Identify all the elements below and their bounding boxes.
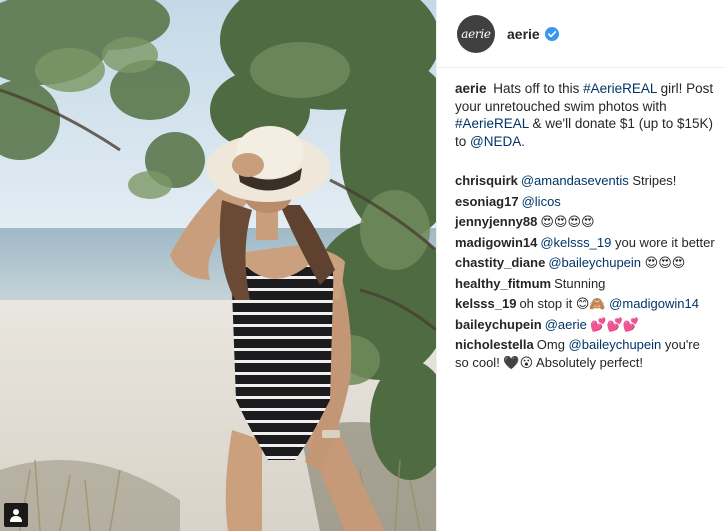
comment-item: chrisquirk @amandaseventis Stripes! — [455, 172, 717, 190]
comment-text: . — [521, 133, 525, 149]
comment-username[interactable]: kelsss_19 — [455, 296, 516, 311]
verified-badge-icon — [544, 26, 559, 41]
mention-link[interactable]: @baileychupein — [548, 255, 641, 270]
comment-username[interactable]: esoniag17 — [455, 194, 519, 209]
mention-link[interactable]: @aerie — [545, 317, 587, 332]
avatar[interactable]: aerie — [457, 14, 495, 53]
comment-item: chastity_diane @baileychupein 😍😍😍 — [455, 254, 717, 272]
comment-text: you wore it better — [611, 234, 715, 250]
comment-text: Hats off to this — [493, 81, 584, 96]
comment-username[interactable]: chastity_diane — [455, 255, 545, 270]
comment-username[interactable]: jennyjenny88 — [455, 214, 537, 229]
comment-item: madigowin14 @kelsss_19 you wore it better — [455, 234, 717, 252]
post-caption: aerie Hats off to this #AerieREAL girl! … — [455, 80, 717, 150]
mention-link[interactable]: #AerieREAL — [455, 116, 529, 131]
comment-username[interactable]: baileychupein — [455, 317, 542, 332]
post-photo[interactable] — [0, 0, 436, 531]
mention-link[interactable]: @amandaseventis — [521, 173, 629, 188]
comment-list: aerie Hats off to this #AerieREAL girl! … — [455, 80, 717, 371]
comment-item: healthy_fitmum Stunning — [455, 275, 717, 293]
header-username[interactable]: aerie — [507, 26, 540, 42]
comment-text: Omg — [536, 337, 569, 352]
mention-link[interactable]: @madigowin14 — [609, 296, 699, 311]
comment-item: nicholestella Omg @baileychupein you're s… — [455, 336, 717, 371]
comment-username[interactable]: madigowin14 — [455, 235, 537, 250]
post-header: aerie aerie — [437, 0, 725, 68]
comment-text: 😍😍😍 — [641, 255, 686, 270]
caption-username[interactable]: aerie — [455, 81, 487, 96]
comment-item: jennyjenny88 😍😍😍😍 — [455, 213, 717, 231]
comment-item: kelsss_19 oh stop it 😊🙈 @madigowin14 — [455, 295, 717, 313]
mention-link[interactable]: @baileychupein — [569, 337, 662, 352]
comment-item: esoniag17 @licos — [455, 193, 717, 211]
comment-text: 💕💕💕 — [586, 316, 639, 332]
mention-link[interactable]: #AerieREAL — [583, 81, 657, 96]
user-tag-icon[interactable] — [4, 503, 28, 527]
comment-username[interactable]: nicholestella — [455, 337, 534, 352]
comment-text: Stunning — [554, 275, 606, 291]
comment-text: 😍😍😍😍 — [540, 214, 595, 229]
post-side-panel: aerie aerie aerie Hats off to this #Aeri… — [436, 0, 725, 531]
comment-username[interactable]: chrisquirk — [455, 173, 518, 188]
comment-text: oh stop it 😊🙈 — [519, 296, 610, 311]
comment-username[interactable]: healthy_fitmum — [455, 276, 551, 291]
comment-item: baileychupein @aerie 💕💕💕 — [455, 316, 717, 334]
comment-text: Stripes! — [628, 173, 677, 188]
beach-photo-illustration — [0, 0, 436, 531]
mention-link[interactable]: @kelsss_19 — [540, 235, 611, 250]
mention-link[interactable]: @licos — [522, 194, 561, 209]
mention-link[interactable]: @NEDA — [470, 134, 521, 149]
